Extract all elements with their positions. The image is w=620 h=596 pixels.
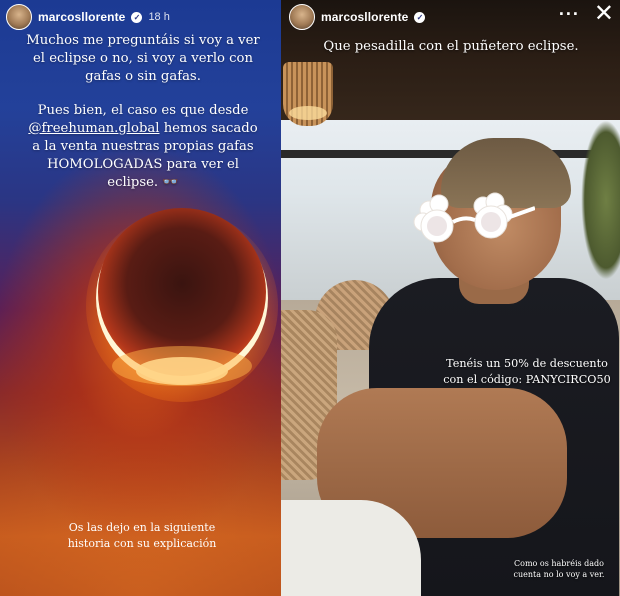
photo-window-frame [281,150,620,158]
paragraph-2-lead: Pues bien, el caso es que desde [37,103,249,118]
mention-link[interactable]: @freehuman.global [28,121,159,136]
avatar[interactable] [289,4,315,30]
username[interactable]: marcosllorente [38,10,125,24]
sheep-glasses-icon [413,192,535,243]
more-dots-icon[interactable]: ··· [559,5,580,23]
story-text-paragraph-1: Muchos me preguntáis si voy a ver el ecl… [26,33,260,84]
story-footer-text: Os las dejo en la siguiente historia con… [67,521,217,550]
right-story-controls: ··· ✕ [559,2,614,26]
story-footer-text: Como os habréis dado cuenta no lo voy a … [513,559,605,579]
avatar[interactable] [6,4,32,30]
username[interactable]: marcosllorente [321,10,408,24]
verified-badge-icon: ✓ [414,11,426,23]
solar-eclipse-image [86,208,278,402]
story-timestamp: 18 h [148,11,170,23]
story-promo-text: Tenéis un 50% de descuento con el código… [443,357,611,386]
verified-badge-icon: ✓ [131,11,143,23]
right-story[interactable]: marcosllorente ✓ ··· ✕ Que pesadilla con… [281,0,620,596]
stories-composite: marcosllorente ✓ 18 h Muchos me preguntá… [0,0,620,596]
left-story[interactable]: marcosllorente ✓ 18 h Muchos me preguntá… [0,0,281,596]
left-story-header: marcosllorente ✓ 18 h [6,4,170,30]
right-story-header: marcosllorente ✓ [289,4,426,30]
close-icon[interactable]: ✕ [594,2,614,26]
story-text-paragraph-2: Pues bien, el caso es que desde @freehum… [26,102,260,192]
photo-plant [581,120,620,280]
story-caption-title: Que pesadilla con el puñetero eclipse. [323,39,579,54]
person-pants [281,500,421,596]
lamp-glow [289,106,327,120]
